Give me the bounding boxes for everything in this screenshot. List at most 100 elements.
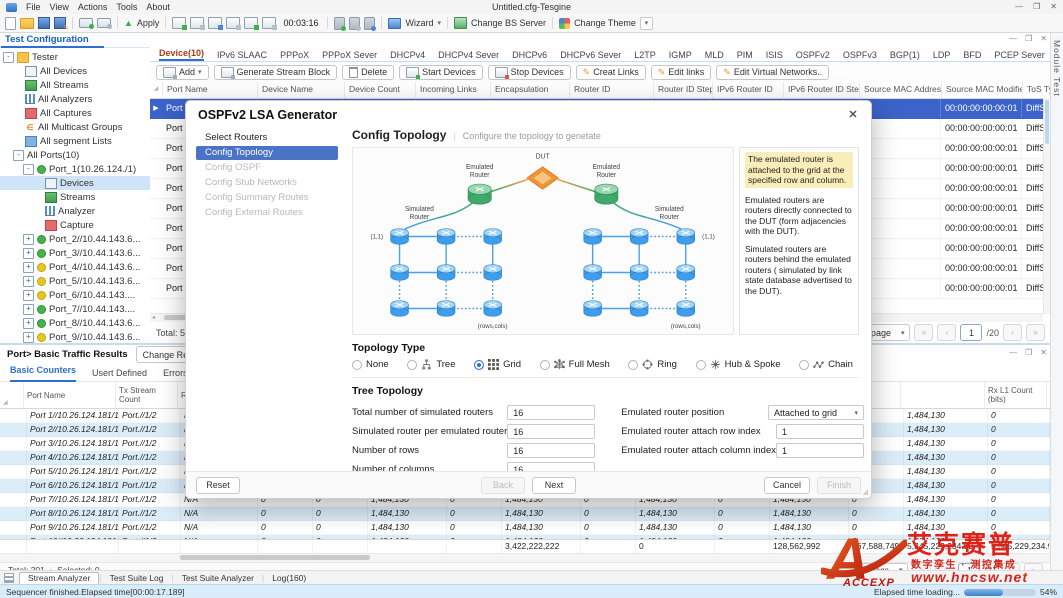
expander-icon[interactable]: + — [23, 318, 34, 329]
scrollbar-thumb[interactable] — [180, 555, 370, 560]
close-button[interactable]: ✕ — [1050, 0, 1057, 14]
button-start-devices[interactable]: Start Devices — [399, 65, 483, 80]
tab-ospfv3[interactable]: OSPFv3 — [843, 50, 877, 61]
tree-item-port-7-10-44-143[interactable]: +Port_7//10.44.143.... — [0, 302, 150, 316]
tab-igmp[interactable]: IGMP — [669, 50, 692, 61]
tree-item-all-captures[interactable]: All Captures — [0, 106, 150, 120]
nav-config-stub-networks[interactable]: Config Stub Networks — [196, 176, 338, 190]
tree-item-all-streams[interactable]: All Streams — [0, 78, 150, 92]
panel-minimize-icon[interactable]: — — [1009, 348, 1017, 357]
menu-file[interactable]: File — [26, 2, 41, 12]
tab-isis[interactable]: ISIS — [766, 50, 783, 61]
tree-item-port-9-10-44-143-6[interactable]: +Port_9//10.44.143.6... — [0, 330, 150, 344]
table-row[interactable]: Port 10//10.26.124.181/1/10Port.//1/2N/A… — [0, 535, 1051, 539]
next-button[interactable]: Next — [532, 477, 576, 494]
db-start-icon[interactable] — [334, 17, 345, 30]
module-test-tab[interactable]: Module Test — [1052, 40, 1062, 570]
menu-actions[interactable]: Actions — [78, 2, 108, 12]
button-creat-links[interactable]: ✎Creat Links — [576, 65, 646, 80]
chevron-down-icon[interactable]: ▾ — [438, 19, 442, 27]
connect-icon[interactable] — [79, 18, 93, 28]
tree-item-tester[interactable]: -Tester — [0, 50, 150, 64]
panel-minimize-icon[interactable]: — — [1009, 34, 1017, 43]
start-traffic-icon[interactable] — [172, 17, 186, 29]
column-header[interactable]: Source MAC Modifier — [942, 82, 1023, 98]
table-row[interactable]: Port 8//10.26.124.181/1/8Port.//1/2N/A00… — [0, 507, 1051, 521]
change-bs-server-button[interactable]: Change BS Server — [471, 18, 546, 28]
tab-ipv6-slaac[interactable]: IPv6 SLAAC — [217, 50, 267, 61]
column-header[interactable]: Device Count — [345, 82, 416, 98]
expander-icon[interactable]: - — [23, 164, 34, 175]
apply-label[interactable]: Apply — [137, 18, 160, 28]
panel-restore-icon[interactable]: ❐ — [1025, 34, 1032, 43]
tree-item-all-analyzers[interactable]: All Analyzers — [0, 92, 150, 106]
cancel-button[interactable]: Cancel — [764, 477, 810, 494]
save-edit-icon[interactable] — [54, 17, 66, 29]
disconnect-icon[interactable] — [97, 18, 111, 28]
nav-config-topology[interactable]: Config Topology — [196, 146, 338, 160]
back-button[interactable]: Back — [481, 477, 525, 494]
schedule-icon[interactable] — [262, 17, 276, 29]
tab-pppox[interactable]: PPPoX — [280, 50, 309, 61]
expander-icon[interactable]: - — [3, 52, 14, 63]
stream-block-icon[interactable] — [244, 17, 258, 29]
nav-config-ospf[interactable]: Config OSPF — [196, 161, 338, 175]
radio-hub-spoke[interactable]: Hub & Spoke — [696, 359, 781, 370]
change-theme-button[interactable]: Change Theme — [574, 18, 636, 28]
attach-column-index-input[interactable]: 1 — [776, 443, 864, 458]
tab-pcep-sever[interactable]: PCEP Sever — [994, 50, 1044, 61]
tab-l2tp[interactable]: L2TP — [634, 50, 656, 61]
column-header[interactable] — [901, 382, 985, 408]
button-edit-links[interactable]: ✎Edit links — [651, 65, 712, 80]
tree-item-streams[interactable]: Streams — [0, 190, 150, 204]
results-tab-usert-defined[interactable]: Usert Defined — [92, 368, 147, 378]
results-hscrollbar[interactable] — [0, 553, 1051, 562]
last-page-button[interactable]: » — [1026, 324, 1045, 341]
menu-tools[interactable]: Tools — [116, 2, 137, 12]
tab-pppox-sever[interactable]: PPPoX Sever — [322, 50, 377, 61]
finish-button[interactable]: Finish — [817, 477, 861, 494]
prev-page-button[interactable]: ‹ — [937, 324, 956, 341]
expander-icon[interactable]: + — [23, 262, 34, 273]
tree-item-port-5-10-44-143-6[interactable]: +Port_5//10.44.143.6... — [0, 274, 150, 288]
column-header[interactable]: Encapsulation — [491, 82, 570, 98]
resize-grip[interactable]: ◢ — [863, 488, 868, 496]
column-header[interactable]: ToS Type — [1023, 82, 1051, 98]
column-header[interactable]: Incoming Links — [416, 82, 491, 98]
tree-item-all-segment-lists[interactable]: All segment Lists — [0, 134, 150, 148]
tab-bfd[interactable]: BFD — [963, 50, 981, 61]
new-file-icon[interactable] — [5, 17, 16, 30]
column-header[interactable]: Router ID — [570, 82, 654, 98]
sidebar-header-tab[interactable]: Test Configuration — [0, 32, 150, 48]
tree-item-port-4-10-44-143-6[interactable]: +Port_4//10.44.143.6... — [0, 260, 150, 274]
menu-view[interactable]: View — [50, 2, 69, 12]
column-header[interactable]: Rx L1 Count (bits) — [985, 382, 1047, 408]
minimize-button[interactable]: — — [1015, 0, 1023, 14]
reset-button[interactable]: Reset — [196, 477, 240, 494]
column-header[interactable]: IPv6 Router ID — [713, 82, 784, 98]
status-tab-log-160[interactable]: Log(160) — [264, 573, 314, 583]
button-delete[interactable]: Delete — [342, 65, 394, 80]
attach-row-index-input[interactable]: 1 — [776, 424, 864, 439]
tree-item-port-8-10-44-143-6[interactable]: +Port_8//10.44.143.6... — [0, 316, 150, 330]
tab-bgp-1[interactable]: BGP(1) — [890, 50, 920, 61]
expander-icon[interactable]: - — [13, 150, 24, 161]
radio-grid[interactable]: Grid — [474, 359, 521, 370]
expander-icon[interactable]: + — [23, 234, 34, 245]
nav-config-summary-routes[interactable]: Config Summary Routes — [196, 191, 338, 205]
scroll-left-icon[interactable]: ◂ — [152, 314, 155, 322]
tab-dhcpv6[interactable]: DHCPv6 — [512, 50, 547, 61]
column-header[interactable]: Port Name — [24, 382, 116, 408]
pause-traffic-icon[interactable] — [190, 17, 204, 29]
radio-chain[interactable]: Chain — [799, 359, 853, 370]
button-stop-devices[interactable]: Stop Devices — [488, 65, 571, 80]
status-tab-stream-analyzer[interactable]: Stream Analyzer — [19, 572, 99, 585]
panel-restore-icon[interactable]: ❐ — [1025, 348, 1032, 357]
total-simulated-routers-input[interactable]: 16 — [507, 405, 595, 420]
theme-icon[interactable] — [559, 18, 570, 29]
simulated-per-emulated-input[interactable]: 16 — [507, 424, 595, 439]
tab-mld[interactable]: MLD — [705, 50, 724, 61]
number-of-rows-input[interactable]: 16 — [507, 443, 595, 458]
button-generate-stream-block[interactable]: Generate Stream Block — [214, 65, 338, 80]
tree-item-port-1-10-26-124-1[interactable]: -Port_1(10.26.124./1) — [0, 162, 150, 176]
